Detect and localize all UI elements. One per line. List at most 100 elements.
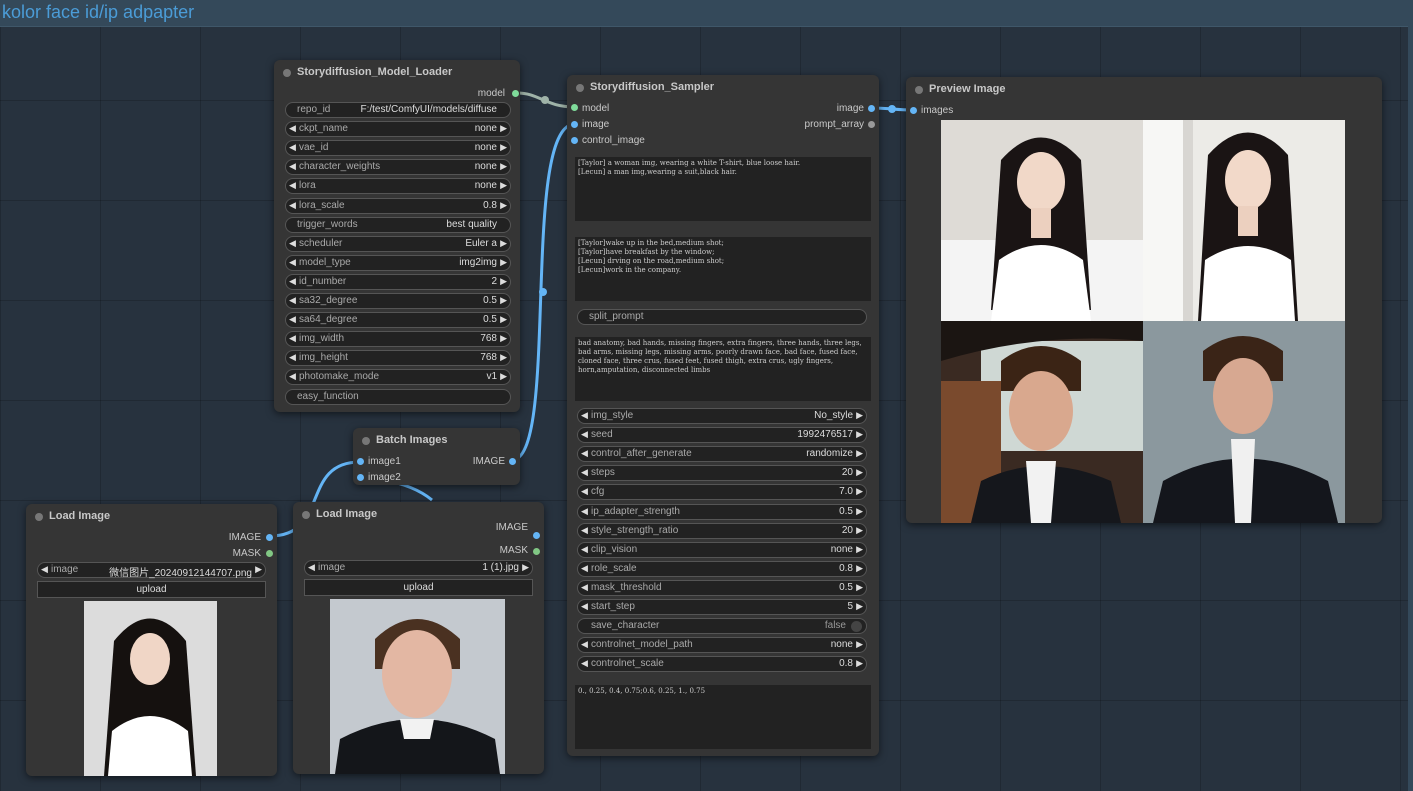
split-prompt-field[interactable]: split_prompt bbox=[577, 309, 867, 325]
widget-img-style[interactable]: ◀ img_style No_style ▶ bbox=[577, 408, 867, 424]
widget-ckpt-name[interactable]: ◀ ckpt_name none ▶ bbox=[285, 121, 511, 138]
arrow-left-icon[interactable]: ◀ bbox=[289, 333, 296, 344]
arrow-right-icon[interactable]: ▶ bbox=[255, 564, 262, 575]
arrow-left-icon[interactable]: ◀ bbox=[581, 467, 588, 478]
widget-control-after-generate[interactable]: ◀ control_after_generate randomize ▶ bbox=[577, 446, 867, 463]
arrow-left-icon[interactable]: ◀ bbox=[581, 582, 588, 593]
widget-lora-scale[interactable]: ◀ lora_scale 0.8 ▶ bbox=[285, 197, 511, 214]
arrow-right-icon[interactable]: ▶ bbox=[856, 467, 863, 478]
arrow-left-icon[interactable]: ◀ bbox=[581, 601, 588, 612]
generated-image-4[interactable] bbox=[1143, 321, 1345, 523]
arrow-left-icon[interactable]: ◀ bbox=[581, 658, 588, 669]
arrow-left-icon[interactable]: ◀ bbox=[289, 180, 296, 191]
arrow-right-icon[interactable]: ▶ bbox=[500, 123, 507, 134]
output-image-slot[interactable] bbox=[868, 105, 875, 112]
arrow-left-icon[interactable]: ◀ bbox=[289, 238, 296, 249]
arrow-left-icon[interactable]: ◀ bbox=[41, 564, 48, 575]
arrow-right-icon[interactable]: ▶ bbox=[856, 429, 863, 440]
arrow-right-icon[interactable]: ▶ bbox=[856, 525, 863, 536]
arrow-left-icon[interactable]: ◀ bbox=[581, 410, 588, 421]
node-preview-image[interactable]: Preview Image images bbox=[906, 77, 1382, 523]
output-prompt-array-slot[interactable] bbox=[868, 121, 875, 128]
output-model-slot[interactable] bbox=[512, 90, 519, 97]
arrow-left-icon[interactable]: ◀ bbox=[581, 525, 588, 536]
toggle-knob[interactable] bbox=[851, 621, 862, 633]
arrow-left-icon[interactable]: ◀ bbox=[581, 563, 588, 574]
widget-save-character[interactable]: save_character false bbox=[577, 618, 867, 635]
collapse-dot-icon[interactable] bbox=[283, 69, 291, 77]
node-header[interactable]: Batch Images bbox=[353, 428, 520, 454]
arrow-left-icon[interactable]: ◀ bbox=[289, 161, 296, 172]
input-control-image-slot[interactable] bbox=[571, 137, 578, 144]
image-select[interactable]: ◀ image 微信图片_20240912144707.png ▶ bbox=[37, 562, 266, 579]
arrow-left-icon[interactable]: ◀ bbox=[581, 506, 588, 517]
arrow-right-icon[interactable]: ▶ bbox=[500, 352, 507, 363]
widget-photomake-mode[interactable]: ◀ photomake_mode v1 ▶ bbox=[285, 369, 511, 386]
node-sampler[interactable]: Storydiffusion_Sampler model image contr… bbox=[567, 75, 879, 756]
collapse-dot-icon[interactable] bbox=[35, 513, 43, 521]
arrow-left-icon[interactable]: ◀ bbox=[581, 448, 588, 459]
loaded-image-man[interactable] bbox=[330, 599, 505, 774]
node-load-image-1[interactable]: Load Image IMAGE MASK ◀ image 微信图片_20240… bbox=[26, 504, 277, 776]
arrow-left-icon[interactable]: ◀ bbox=[581, 639, 588, 650]
widget-character-weights[interactable]: ◀ character_weights none ▶ bbox=[285, 159, 511, 176]
arrow-right-icon[interactable]: ▶ bbox=[500, 295, 507, 306]
widget-clip-vision[interactable]: ◀ clip_vision none ▶ bbox=[577, 541, 867, 558]
arrow-left-icon[interactable]: ◀ bbox=[581, 429, 588, 440]
character-prompt-textarea[interactable]: [Taylor] a woman img, wearing a white T-… bbox=[575, 157, 871, 221]
arrow-left-icon[interactable]: ◀ bbox=[289, 371, 296, 382]
arrow-right-icon[interactable]: ▶ bbox=[500, 371, 507, 382]
arrow-right-icon[interactable]: ▶ bbox=[856, 601, 863, 612]
widget-controlnet-model-path[interactable]: ◀ controlnet_model_path none ▶ bbox=[577, 637, 867, 654]
widget-controlnet-scale[interactable]: ◀ controlnet_scale 0.8 ▶ bbox=[577, 656, 867, 673]
arrow-right-icon[interactable]: ▶ bbox=[500, 238, 507, 249]
widget-img-height[interactable]: ◀ img_height 768 ▶ bbox=[285, 350, 511, 367]
arrow-right-icon[interactable]: ▶ bbox=[500, 161, 507, 172]
widget-steps[interactable]: ◀ steps 20 ▶ bbox=[577, 465, 867, 482]
collapse-dot-icon[interactable] bbox=[362, 437, 370, 445]
widget-vae-id[interactable]: ◀ vae_id none ▶ bbox=[285, 140, 511, 157]
input-image1-slot[interactable] bbox=[357, 458, 364, 465]
arrow-right-icon[interactable]: ▶ bbox=[856, 506, 863, 517]
arrow-right-icon[interactable]: ▶ bbox=[522, 562, 529, 573]
widget-repo-id[interactable]: repo_id F:/test/ComfyUI/models/diffuse bbox=[285, 102, 511, 118]
generated-image-2[interactable] bbox=[1143, 120, 1345, 321]
node-header[interactable]: Storydiffusion_Sampler bbox=[567, 75, 879, 101]
arrow-right-icon[interactable]: ▶ bbox=[856, 448, 863, 459]
upload-button[interactable]: upload bbox=[37, 581, 266, 598]
collapse-dot-icon[interactable] bbox=[915, 86, 923, 94]
output-mask-slot[interactable] bbox=[266, 550, 273, 557]
arrow-right-icon[interactable]: ▶ bbox=[856, 563, 863, 574]
arrow-left-icon[interactable]: ◀ bbox=[289, 123, 296, 134]
widget-sa32-degree[interactable]: ◀ sa32_degree 0.5 ▶ bbox=[285, 293, 511, 309]
widget-sa64-degree[interactable]: ◀ sa64_degree 0.5 ▶ bbox=[285, 312, 511, 329]
upload-button[interactable]: upload bbox=[304, 579, 533, 596]
widget-trigger-words[interactable]: trigger_words best quality bbox=[285, 216, 511, 233]
scene-prompt-textarea[interactable]: [Taylor]wake up in the bed,medium shot; … bbox=[575, 237, 871, 301]
arrow-left-icon[interactable]: ◀ bbox=[289, 142, 296, 153]
arrow-left-icon[interactable]: ◀ bbox=[308, 562, 315, 573]
widget-cfg[interactable]: ◀ cfg 7.0 ▶ bbox=[577, 484, 867, 501]
arrow-right-icon[interactable]: ▶ bbox=[856, 486, 863, 497]
arrow-right-icon[interactable]: ▶ bbox=[500, 257, 507, 268]
arrow-left-icon[interactable]: ◀ bbox=[289, 352, 296, 363]
node-header[interactable]: Storydiffusion_Model_Loader bbox=[274, 60, 520, 86]
arrow-left-icon[interactable]: ◀ bbox=[581, 544, 588, 555]
node-header[interactable]: Preview Image bbox=[906, 77, 1382, 103]
widget-easy-function[interactable]: easy_function bbox=[285, 388, 511, 405]
widget-id-number[interactable]: ◀ id_number 2 ▶ bbox=[285, 273, 511, 290]
collapse-dot-icon[interactable] bbox=[302, 511, 310, 519]
generated-image-3[interactable] bbox=[941, 321, 1143, 523]
output-image-slot[interactable] bbox=[266, 534, 273, 541]
input-image2-slot[interactable] bbox=[357, 474, 364, 481]
arrow-right-icon[interactable]: ▶ bbox=[856, 544, 863, 555]
widget-scheduler[interactable]: ◀ scheduler Euler a ▶ bbox=[285, 235, 511, 252]
widget-mask-threshold[interactable]: ◀ mask_threshold 0.5 ▶ bbox=[577, 579, 867, 596]
widget-img-width[interactable]: ◀ img_width 768 ▶ bbox=[285, 331, 511, 348]
arrow-left-icon[interactable]: ◀ bbox=[289, 257, 296, 268]
input-model-slot[interactable] bbox=[571, 104, 578, 111]
widget-ip-adapter-strength[interactable]: ◀ ip_adapter_strength 0.5 ▶ bbox=[577, 503, 867, 520]
widget-role-scale[interactable]: ◀ role_scale 0.8 ▶ bbox=[577, 560, 867, 577]
node-load-image-2[interactable]: Load Image IMAGE MASK ◀ image 1 (1).jpg … bbox=[293, 502, 544, 774]
output-mask-slot[interactable] bbox=[533, 548, 540, 555]
